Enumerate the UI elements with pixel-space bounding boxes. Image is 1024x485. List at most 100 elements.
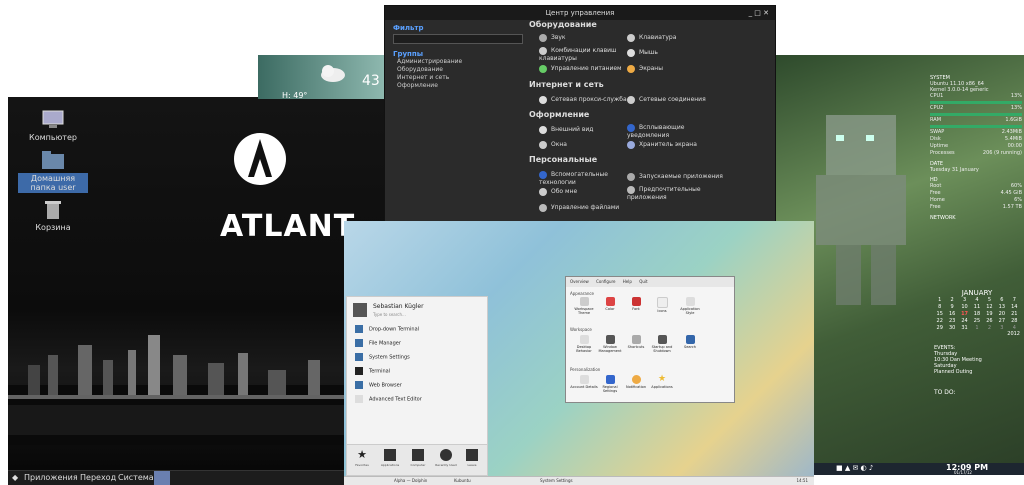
settings-icon	[355, 353, 363, 361]
menu-item[interactable]: Drop-down Terminal	[355, 325, 419, 333]
calendar-day: 4	[975, 297, 979, 303]
filter-input[interactable]	[393, 34, 523, 44]
calendar-day: 2	[987, 325, 992, 331]
desktop-icon-home[interactable]: Домашняя папка user	[18, 149, 88, 193]
avatar	[353, 303, 367, 317]
item-screens[interactable]: Экраны	[627, 65, 723, 73]
task-item[interactable]: Alpha — Dolphin	[394, 478, 427, 483]
item-connections[interactable]: Сетевые соединения	[627, 96, 723, 104]
star-icon: ★	[357, 448, 367, 461]
screensaver-icon	[627, 141, 635, 149]
text-editor-icon	[355, 395, 363, 403]
theme-icon	[579, 297, 589, 306]
menu-item[interactable]: Web Browser	[355, 381, 402, 389]
settings-item[interactable]: Search	[676, 335, 704, 349]
item-preferred[interactable]: Предпочтительные приложения	[627, 186, 723, 201]
trash-icon	[40, 199, 66, 221]
item-files[interactable]: Управление файлами	[539, 204, 635, 212]
desktop-icon-trash[interactable]: Корзина	[18, 199, 88, 232]
taskbar-button[interactable]	[154, 471, 170, 485]
desktop-icon-computer[interactable]: Компьютер	[18, 109, 88, 142]
settings-item[interactable]: Desktop Behavior	[570, 335, 598, 353]
item-power[interactable]: Управление питанием	[539, 65, 635, 73]
item-keyboard[interactable]: Клавиатура	[627, 34, 723, 42]
tray-icons[interactable]: ■ ▲ ✉ ◐ ♪	[836, 464, 873, 472]
calendar-day: 15	[936, 311, 943, 317]
startup-icon	[627, 173, 635, 181]
item-mouse[interactable]: Мышь	[627, 49, 723, 57]
atlant-brand-text: ATLANT	[220, 209, 356, 244]
speaker-icon	[539, 34, 547, 42]
menu-search-input[interactable]: Type to search...	[373, 312, 406, 317]
tab-applications[interactable]: Applications	[377, 447, 403, 467]
item-shortcuts[interactable]: Комбинации клавиш клавиатуры	[539, 47, 635, 62]
calendar-day: 22	[936, 318, 943, 324]
group-item[interactable]: Администрирование	[397, 58, 523, 66]
tux-icon: ◆	[12, 473, 19, 482]
desktop-icon	[579, 335, 589, 344]
conky-calendar: JANUARY 1 2 3 4 5 6 7 8 9 10 11 12 13 14 15 16 17 18 19 20 2…	[934, 289, 1020, 396]
terminal-icon	[355, 325, 363, 333]
item-notifications[interactable]: Всплывающие уведомления	[627, 124, 723, 139]
groups-heading: Группы	[393, 50, 424, 58]
calendar-day: 10	[961, 304, 968, 310]
window-controls[interactable]: _ □ ✕	[749, 6, 769, 20]
toolbar-help[interactable]: Help	[623, 279, 632, 284]
globe-icon	[355, 381, 363, 389]
calendar-day: 6	[1000, 297, 1004, 303]
calendar-year: 2012	[1007, 331, 1020, 337]
calendar-day: 21	[1011, 311, 1018, 317]
task-item[interactable]: System Settings	[540, 478, 573, 483]
menu-item[interactable]: Advanced Text Editor	[355, 395, 422, 403]
item-a11y[interactable]: Вспомогательные технологии	[539, 171, 635, 186]
settings-item[interactable]: Startup and Shutdown	[648, 335, 676, 353]
menu-item[interactable]: Terminal	[355, 367, 390, 375]
accessibility-icon	[539, 171, 547, 179]
settings-item[interactable]: Account Details	[570, 375, 598, 389]
settings-item[interactable]: ★ Applications	[648, 375, 676, 390]
panel-clock[interactable]: 14:51	[796, 478, 808, 483]
item-startup[interactable]: Запускаемые приложения	[627, 173, 723, 181]
task-item[interactable]: Kubuntu	[454, 478, 471, 483]
settings-item[interactable]: Icons	[648, 297, 676, 313]
group-item[interactable]: Оформление	[397, 82, 523, 90]
window-icon	[605, 335, 615, 344]
tab-recent[interactable]: Recently Used	[433, 447, 459, 467]
preferred-apps-icon	[627, 186, 635, 194]
item-screensaver[interactable]: Хранитель экрана	[627, 141, 723, 149]
menu-system[interactable]: Система	[118, 473, 154, 482]
tab-leave[interactable]: Leave	[459, 447, 485, 467]
settings-item[interactable]: Window Management	[596, 335, 624, 353]
item-about[interactable]: Обо мне	[539, 188, 635, 196]
toolbar-quit[interactable]: Quit	[639, 279, 647, 284]
item-proxy[interactable]: Сетевая прокси-служба	[539, 96, 635, 104]
kickoff-tabs: ★ Favorites Applications Computer Recentl…	[347, 444, 487, 475]
item-appearance[interactable]: Внешний вид	[539, 126, 635, 134]
cc-sidebar: Фильтр Группы Администрирование Оборудов…	[393, 24, 523, 90]
toolbar-configure[interactable]: Configure	[596, 279, 615, 284]
toolbar-overview[interactable]: Overview	[570, 279, 589, 284]
settings-item[interactable]: Regional Settings	[596, 375, 624, 393]
leave-icon	[466, 449, 478, 461]
menu-item[interactable]: File Manager	[355, 339, 401, 347]
calendar-day: 14	[1011, 304, 1018, 310]
settings-item[interactable]: Color	[596, 297, 624, 311]
item-windows[interactable]: Окна	[539, 141, 635, 149]
regional-icon	[605, 375, 615, 384]
settings-item[interactable]: Font	[622, 297, 650, 311]
settings-item[interactable]: Workspace Theme	[570, 297, 598, 315]
shortcuts-icon	[631, 335, 641, 344]
settings-item[interactable]: Shortcuts	[622, 335, 650, 349]
stone-golem-image	[816, 115, 906, 305]
settings-item[interactable]: Application Style	[676, 297, 704, 315]
group-item[interactable]: Интернет и сеть	[397, 74, 523, 82]
menu-applications[interactable]: Приложения	[24, 473, 78, 482]
settings-item[interactable]: Notification	[622, 375, 650, 389]
tab-favorites[interactable]: ★ Favorites	[349, 447, 375, 468]
calendar-day: 24	[961, 318, 968, 324]
item-sound[interactable]: Звук	[539, 34, 635, 42]
menu-go[interactable]: Переход	[80, 473, 116, 482]
group-item[interactable]: Оборудование	[397, 66, 523, 74]
tab-computer[interactable]: Computer	[405, 447, 431, 467]
menu-item[interactable]: System Settings	[355, 353, 410, 361]
